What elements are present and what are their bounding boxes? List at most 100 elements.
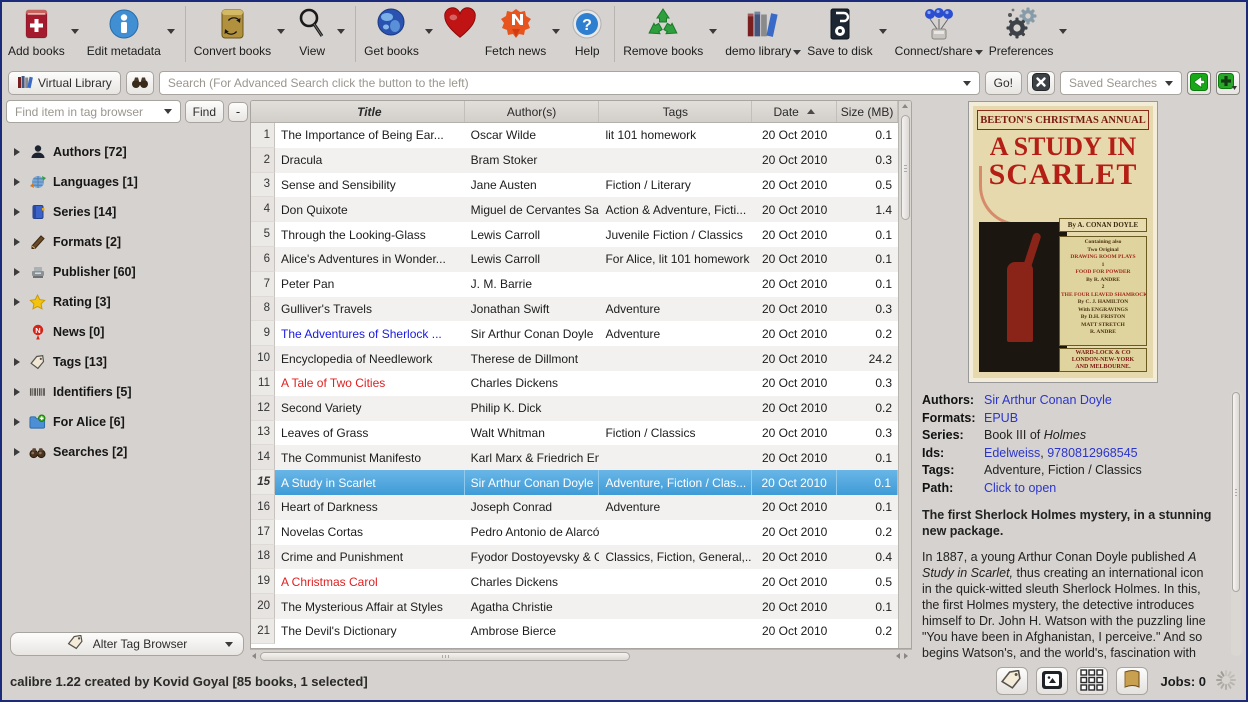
cell-date[interactable]: 20 Oct 2010 (752, 619, 837, 644)
row-number[interactable]: 21 (251, 619, 275, 644)
row-number[interactable]: 13 (251, 421, 275, 446)
cell-size[interactable]: 0.2 (837, 619, 898, 644)
row-number[interactable]: 11 (251, 371, 275, 396)
cell-authors[interactable]: Jane Austen (465, 173, 600, 198)
column-header-sizemb[interactable]: Size (MB) (837, 101, 898, 122)
table-row[interactable]: 6Alice's Adventures in Wonder...Lewis Ca… (251, 247, 898, 272)
row-number[interactable]: 4 (251, 197, 275, 222)
cell-tags[interactable] (599, 371, 752, 396)
row-number[interactable]: 7 (251, 272, 275, 297)
field-link[interactable]: EPUB (984, 411, 1018, 425)
sidebar-item-news[interactable]: NNews [0] (12, 317, 248, 347)
cell-size[interactable]: 0.2 (837, 396, 898, 421)
dropdown-arrow-icon[interactable] (709, 29, 717, 34)
table-row[interactable]: 7Peter PanJ. M. Barrie20 Oct 20100.1 (251, 272, 898, 297)
table-row[interactable]: 2DraculaBram Stoker20 Oct 20100.3 (251, 148, 898, 173)
cell-authors[interactable]: J. M. Barrie (465, 272, 600, 297)
toolbar-button-demo-library[interactable]: demo library (723, 4, 803, 59)
expander-arrow-icon[interactable] (12, 298, 22, 306)
cell-tags[interactable]: lit 101 homework (599, 123, 752, 148)
cell-tags[interactable] (599, 445, 752, 470)
cell-tags[interactable] (599, 396, 752, 421)
sidebar-item-series[interactable]: Series [14] (12, 197, 248, 227)
cell-date[interactable]: 20 Oct 2010 (752, 197, 837, 222)
expander-arrow-icon[interactable] (12, 268, 22, 276)
table-row[interactable]: 5Through the Looking-GlassLewis CarrollJ… (251, 222, 898, 247)
cell-size[interactable]: 1.4 (837, 197, 898, 222)
cell-tags[interactable]: Adventure (599, 321, 752, 346)
cell-tags[interactable]: Adventure (599, 297, 752, 322)
row-number[interactable]: 10 (251, 346, 275, 371)
cell-date[interactable]: 20 Oct 2010 (752, 396, 837, 421)
row-number[interactable]: 5 (251, 222, 275, 247)
table-row[interactable]: 12Second VarietyPhilip K. Dick20 Oct 201… (251, 396, 898, 421)
table-row[interactable]: 3Sense and SensibilityJane AustenFiction… (251, 173, 898, 198)
table-row[interactable]: 14The Communist ManifestoKarl Marx & Fri… (251, 445, 898, 470)
row-number[interactable]: 19 (251, 569, 275, 594)
cell-authors[interactable]: Agatha Christie (465, 594, 600, 619)
row-number[interactable]: 3 (251, 173, 275, 198)
cell-size[interactable]: 0.3 (837, 148, 898, 173)
cell-title[interactable]: Crime and Punishment (275, 545, 465, 570)
cell-authors[interactable]: Pedro Antonio de Alarcón (465, 520, 600, 545)
expander-arrow-icon[interactable] (12, 388, 22, 396)
cell-tags[interactable]: For Alice, lit 101 homework (599, 247, 752, 272)
cell-date[interactable]: 20 Oct 2010 (752, 148, 837, 173)
cell-authors[interactable]: Lewis Carroll (465, 222, 600, 247)
toolbar-button-help[interactable]: ?Help (566, 4, 608, 59)
toolbar-button-remove-books[interactable]: Remove books (621, 4, 705, 59)
dropdown-arrow-icon[interactable] (879, 29, 887, 34)
sidebar-item-identifiers[interactable]: Identifiers [5] (12, 377, 248, 407)
table-row[interactable]: 20The Mysterious Affair at StylesAgatha … (251, 594, 898, 619)
saved-searches-combo[interactable]: Saved Searches (1060, 71, 1182, 95)
cell-date[interactable]: 20 Oct 2010 (752, 569, 837, 594)
field-link[interactable]: Edelweiss (984, 446, 1040, 460)
row-number[interactable]: 15 (251, 470, 275, 495)
cell-size[interactable]: 0.1 (837, 123, 898, 148)
cell-authors[interactable]: Jonathan Swift (465, 297, 600, 322)
table-row[interactable]: 4Don QuixoteMiguel de Cervantes Saa...Ac… (251, 197, 898, 222)
toolbar-button-view[interactable]: View (291, 4, 333, 59)
cell-tags[interactable] (599, 148, 752, 173)
toolbar-button-edit-metadata[interactable]: Edit metadata (85, 4, 163, 59)
cell-tags[interactable] (599, 594, 752, 619)
toolbar-button-connect-share[interactable]: Connect/share (893, 4, 985, 59)
cell-date[interactable]: 20 Oct 2010 (752, 346, 837, 371)
collapse-all-button[interactable]: - (228, 102, 248, 122)
cell-authors[interactable]: Ambrose Bierce (465, 619, 600, 644)
table-row[interactable]: 18Crime and PunishmentFyodor Dostoyevsky… (251, 545, 898, 570)
sidebar-item-authors[interactable]: Authors [72] (12, 137, 248, 167)
toolbar-button-get-books[interactable]: Get books (362, 4, 421, 59)
cell-authors[interactable]: Charles Dickens (465, 569, 600, 594)
cell-authors[interactable]: Philip K. Dick (465, 396, 600, 421)
cell-title[interactable]: Don Quixote (275, 197, 465, 222)
cell-title[interactable]: The Devil's Dictionary (275, 619, 465, 644)
table-row[interactable]: 11A Tale of Two CitiesCharles Dickens20 … (251, 371, 898, 396)
table-row[interactable]: 13Leaves of GrassWalt WhitmanFiction / C… (251, 421, 898, 446)
cell-tags[interactable]: Adventure, Fiction / Clas... (599, 470, 752, 495)
cell-authors[interactable]: Fyodor Dostoyevsky & G... (465, 545, 600, 570)
cell-size[interactable]: 0.3 (837, 297, 898, 322)
cell-authors[interactable]: Joseph Conrad (465, 495, 600, 520)
cell-tags[interactable]: Fiction / Literary (599, 173, 752, 198)
table-row[interactable]: 21The Devil's DictionaryAmbrose Bierce 20… (251, 619, 898, 644)
cell-title[interactable]: Through the Looking-Glass (275, 222, 465, 247)
sidebar-item-languages[interactable]: Languages [1] (12, 167, 248, 197)
cell-size[interactable]: 0.4 (837, 545, 898, 570)
cell-size[interactable]: 24.2 (837, 346, 898, 371)
cell-size[interactable]: 0.1 (837, 272, 898, 297)
cell-title[interactable]: The Adventures of Sherlock ... (275, 321, 465, 346)
cell-date[interactable]: 20 Oct 2010 (752, 297, 837, 322)
row-number[interactable]: 20 (251, 594, 275, 619)
cell-date[interactable]: 20 Oct 2010 (752, 520, 837, 545)
table-row[interactable]: 8Gulliver's TravelsJonathan SwiftAdventu… (251, 297, 898, 322)
cell-size[interactable]: 0.1 (837, 247, 898, 272)
cell-date[interactable]: 20 Oct 2010 (752, 594, 837, 619)
cell-size[interactable]: 0.3 (837, 371, 898, 396)
cell-title[interactable]: Encyclopedia of Needlework (275, 346, 465, 371)
book-details-toggle-button[interactable] (1116, 667, 1148, 695)
cell-tags[interactable]: Action & Adventure, Ficti... (599, 197, 752, 222)
cell-tags[interactable]: Classics, Fiction, General,... (599, 545, 752, 570)
table-row[interactable]: 19A Christmas CarolCharles Dickens20 Oct… (251, 569, 898, 594)
go-button[interactable]: Go! (985, 71, 1022, 95)
